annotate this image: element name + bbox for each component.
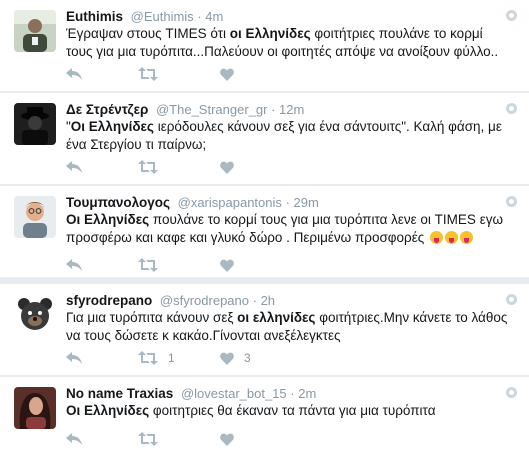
avatar[interactable] xyxy=(14,387,56,429)
reply-icon xyxy=(66,352,82,364)
tweet-timestamp[interactable]: 2h xyxy=(261,293,275,308)
heart-icon xyxy=(220,68,234,81)
tweet-timestamp[interactable]: 12m xyxy=(279,102,304,117)
heart-icon xyxy=(220,259,234,272)
tweet-header: Τουμπανολογος @xarispapantonis · 29m xyxy=(66,194,499,211)
tweet-header: Euthimis @Euthimis · 4m xyxy=(66,8,499,25)
retweet-button[interactable] xyxy=(138,258,220,272)
tweet-author-name[interactable]: No name Traxias xyxy=(66,386,173,401)
tongue-wink-emoji xyxy=(460,231,474,244)
highlighted-keyword: Οι Ελληνίδες xyxy=(66,403,150,418)
reply-icon xyxy=(66,259,82,271)
retweet-icon xyxy=(138,432,158,446)
retweet-icon xyxy=(138,67,158,81)
tweet-feed: Euthimis @Euthimis · 4m Έγραψαν στους TI… xyxy=(0,0,529,457)
highlighted-keyword: οι Ελληνίδες xyxy=(229,26,311,41)
separator: · xyxy=(285,195,290,210)
reply-button[interactable] xyxy=(66,67,138,81)
heart-icon xyxy=(220,433,234,446)
retweet-button[interactable] xyxy=(138,160,220,174)
reply-icon xyxy=(66,68,82,80)
tweet-text: Οι Ελληνίδες φοιτητριες θα έκαναν τα πάν… xyxy=(66,402,511,420)
tweet-actions xyxy=(66,158,300,176)
reply-button[interactable] xyxy=(66,432,138,446)
separator: · xyxy=(271,102,276,117)
reply-button[interactable] xyxy=(66,258,138,272)
retweet-button[interactable]: 1 xyxy=(138,351,220,365)
tweet[interactable]: Euthimis @Euthimis · 4m Έγραψαν στους TI… xyxy=(0,0,529,91)
retweet-button[interactable] xyxy=(138,67,220,81)
reply-icon xyxy=(66,161,82,173)
like-button[interactable] xyxy=(220,68,300,81)
tweet-author-name[interactable]: sfyrodrepano xyxy=(66,293,152,308)
tweet-text: Οι Ελληνίδες πουλάνε το κορμί τους για μ… xyxy=(66,211,511,247)
text-segment: φοιτητριες θα έκαναν τα πάντα για μια τυ… xyxy=(149,403,436,418)
separator: · xyxy=(290,386,295,401)
highlighted-keyword: οι ελληνίδες xyxy=(237,310,316,325)
tweet-author-handle[interactable]: @lovestar_bot_15 xyxy=(181,386,287,401)
tweet-header: Δε Στρέντζερ @The_Stranger_gr · 12m xyxy=(66,101,499,118)
tweet-timestamp[interactable]: 2m xyxy=(298,386,316,401)
tweet[interactable]: sfyrodrepano @sfyrodrepano · 2h Για μια … xyxy=(0,284,529,375)
tweet-author-name[interactable]: Δε Στρέντζερ xyxy=(66,102,148,117)
tweet-header: No name Traxias @lovestar_bot_15 · 2m xyxy=(66,385,499,402)
dropdown-caret-icon[interactable] xyxy=(506,103,517,114)
reply-button[interactable] xyxy=(66,160,138,174)
tweet-actions xyxy=(66,65,300,83)
highlighted-keyword: Οι Ελληνίδες xyxy=(66,212,150,227)
retweet-icon xyxy=(138,351,158,365)
like-button[interactable] xyxy=(220,433,300,446)
reply-icon xyxy=(66,433,82,445)
tweet-header: sfyrodrepano @sfyrodrepano · 2h xyxy=(66,292,499,309)
like-button[interactable] xyxy=(220,259,300,272)
tweet-actions xyxy=(66,256,300,274)
like-button[interactable]: 3 xyxy=(220,351,300,365)
tweet[interactable]: Τουμπανολογος @xarispapantonis · 29m Οι … xyxy=(0,186,529,277)
like-count: 3 xyxy=(244,351,251,365)
dropdown-caret-icon[interactable] xyxy=(506,10,517,21)
retweet-count: 1 xyxy=(168,351,175,365)
tweet-author-name[interactable]: Τουμπανολογος xyxy=(66,195,170,210)
like-button[interactable] xyxy=(220,161,300,174)
avatar[interactable] xyxy=(14,196,56,238)
avatar[interactable] xyxy=(14,10,56,52)
tweet-author-handle[interactable]: @xarispapantonis xyxy=(178,195,282,210)
avatar[interactable] xyxy=(14,294,56,336)
retweet-icon xyxy=(138,258,158,272)
heart-icon xyxy=(220,161,234,174)
tweet-text: Έγραψαν στους TIMES ότι οι Ελληνίδες φοι… xyxy=(66,25,511,61)
tweet-actions: 1 3 xyxy=(66,349,300,367)
tweet-author-name[interactable]: Euthimis xyxy=(66,9,123,24)
retweet-button[interactable] xyxy=(138,432,220,446)
tweet-timestamp[interactable]: 29m xyxy=(293,195,318,210)
tweet-timestamp[interactable]: 4m xyxy=(205,9,223,24)
tweet-text: Για μια τυρόπιτα κάνουν σεξ οι ελληνίδες… xyxy=(66,309,511,345)
separator: · xyxy=(252,293,257,308)
text-segment: Για μια τυρόπιτα κάνουν σεξ xyxy=(66,310,238,325)
highlighted-keyword: Οι Ελληνίδες xyxy=(70,119,154,134)
avatar[interactable] xyxy=(14,103,56,145)
separator: · xyxy=(197,9,202,24)
reply-button[interactable] xyxy=(66,351,138,365)
dropdown-caret-icon[interactable] xyxy=(506,387,517,398)
tweet-text: "Οι Ελληνίδες ιερόδουλες κάνουν σεξ για … xyxy=(66,118,511,154)
tweet-actions xyxy=(66,430,300,448)
dropdown-caret-icon[interactable] xyxy=(506,294,517,305)
retweet-icon xyxy=(138,160,158,174)
dropdown-caret-icon[interactable] xyxy=(506,196,517,207)
tweet-author-handle[interactable]: @Euthimis xyxy=(131,9,194,24)
heart-icon xyxy=(220,352,234,365)
text-segment: Έγραψαν στους TIMES ότι xyxy=(66,26,230,41)
tweet-author-handle[interactable]: @sfyrodrepano xyxy=(160,293,249,308)
tweet[interactable]: No name Traxias @lovestar_bot_15 · 2m Οι… xyxy=(0,377,529,457)
tongue-wink-emoji xyxy=(445,231,459,244)
tweet[interactable]: Δε Στρέντζερ @The_Stranger_gr · 12m "Οι … xyxy=(0,93,529,184)
tweet-author-handle[interactable]: @The_Stranger_gr xyxy=(156,102,267,117)
tongue-wink-emoji xyxy=(430,231,444,244)
